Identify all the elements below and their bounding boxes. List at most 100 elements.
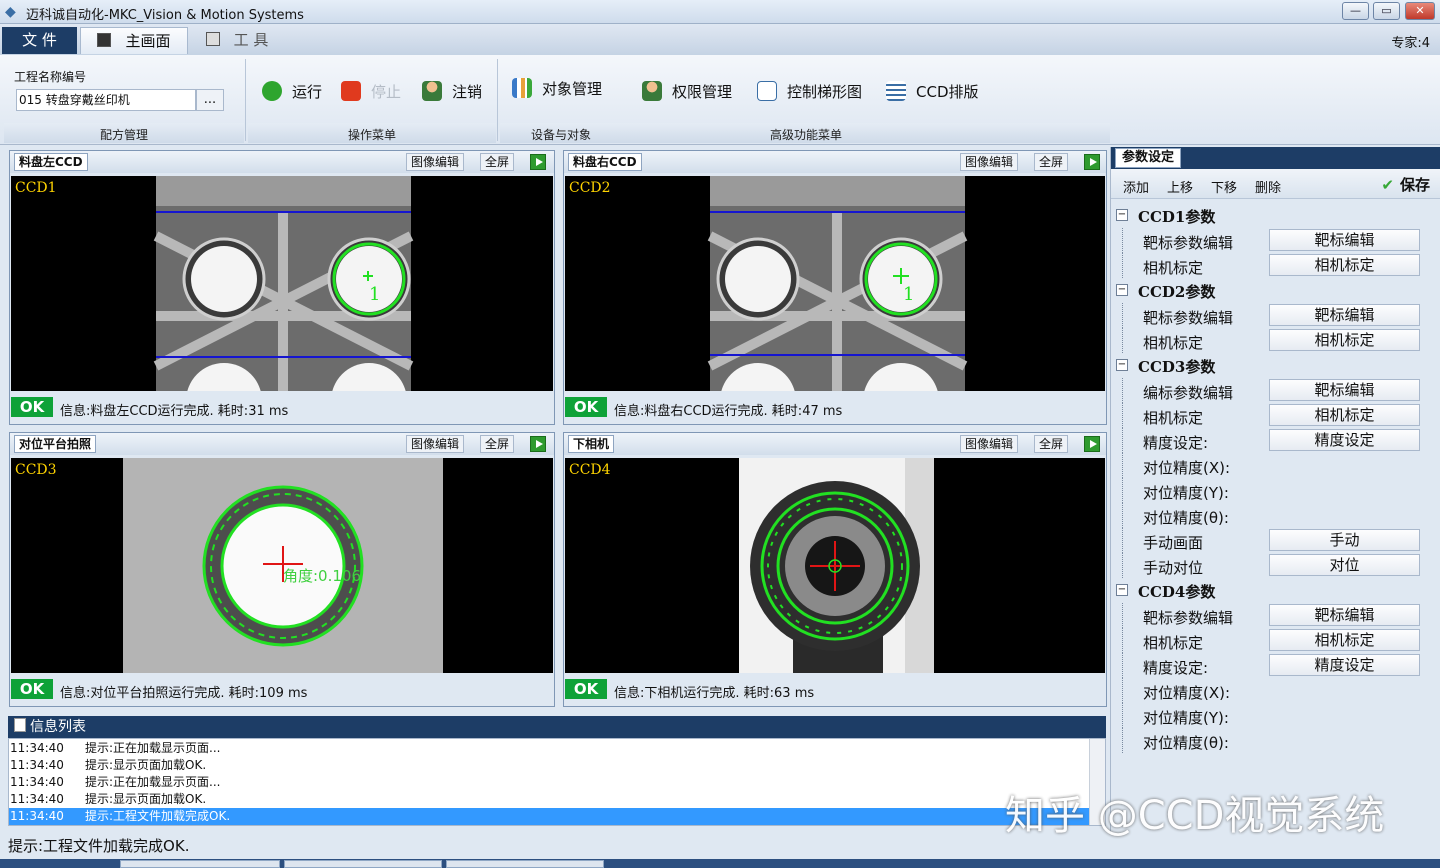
taskbar-item[interactable]: [284, 860, 442, 868]
tree-item-button[interactable]: 相机标定: [1269, 329, 1420, 351]
app-icon: ◆: [5, 4, 16, 20]
move-down-button[interactable]: 下移: [1211, 177, 1237, 196]
tree-group[interactable]: − CCD1参数: [1111, 203, 1440, 228]
tree-item[interactable]: 靶标参数编辑 靶标编辑: [1111, 303, 1440, 328]
tree-group[interactable]: − CCD4参数: [1111, 578, 1440, 603]
taskbar-item[interactable]: [446, 860, 604, 868]
close-button[interactable]: ✕: [1405, 2, 1435, 20]
collapse-icon[interactable]: −: [1116, 284, 1128, 296]
tree-item-button[interactable]: 手动: [1269, 529, 1420, 551]
info-list[interactable]: 11:34:40 提示:正在加载显示页面... 11:34:40 提示:显示页面加载O…: [8, 738, 1106, 826]
ccd-layout-button[interactable]: CCD排版: [886, 80, 979, 104]
image-edit-button[interactable]: 图像编辑: [960, 153, 1019, 171]
tree-item[interactable]: 靶标参数编辑 靶标编辑: [1111, 603, 1440, 628]
info-list-header: 信息列表: [8, 716, 1106, 738]
run-panel-icon[interactable]: [1084, 436, 1100, 452]
run-panel-icon[interactable]: [530, 436, 546, 452]
logout-button[interactable]: 注销: [422, 80, 482, 104]
browse-button[interactable]: ...: [196, 89, 224, 111]
user-icon: [422, 80, 442, 101]
project-field[interactable]: 015 转盘穿戴丝印机: [16, 89, 196, 111]
permission-button[interactable]: 权限管理: [642, 80, 732, 104]
log-row[interactable]: 11:34:40 提示:显示页面加载OK.: [9, 757, 1091, 774]
tree-item[interactable]: 手动画面 手动: [1111, 528, 1440, 553]
camera-panel-3: 对位平台拍照 图像编辑 全屏 CCD3 角度:0.106 OK 信息:对位平台拍…: [9, 432, 555, 707]
tab-parameters[interactable]: 参数设定: [1115, 148, 1182, 168]
collapse-icon[interactable]: −: [1116, 359, 1128, 371]
tree-item-button[interactable]: 精度设定: [1269, 429, 1420, 451]
tree-item[interactable]: 精度设定: 精度设定: [1111, 653, 1440, 678]
move-up-button[interactable]: 上移: [1167, 177, 1193, 196]
tree-item[interactable]: 对位精度(θ):: [1111, 728, 1440, 753]
tree-item-button[interactable]: 靶标编辑: [1269, 229, 1420, 251]
tree-item-button[interactable]: 对位: [1269, 554, 1420, 576]
taskbar-item[interactable]: [120, 860, 280, 868]
tree-item-button[interactable]: 靶标编辑: [1269, 304, 1420, 326]
tree-item[interactable]: 精度设定: 精度设定: [1111, 428, 1440, 453]
object-mgmt-button[interactable]: 对象管理: [512, 77, 602, 101]
tree-item[interactable]: 对位精度(Y):: [1111, 478, 1440, 503]
tree-item-button[interactable]: 相机标定: [1269, 629, 1420, 651]
log-message: 提示:显示页面加载OK.: [85, 792, 207, 806]
log-row[interactable]: 11:34:40 提示:工程文件加载完成OK.: [9, 808, 1091, 825]
run-button[interactable]: 运行: [262, 80, 322, 104]
tree-item[interactable]: 对位精度(X):: [1111, 453, 1440, 478]
tree-item[interactable]: 对位精度(X):: [1111, 678, 1440, 703]
tree-item[interactable]: 靶标参数编辑 靶标编辑: [1111, 228, 1440, 253]
tab-tools[interactable]: 工 具: [188, 27, 286, 54]
image-edit-button[interactable]: 图像编辑: [960, 435, 1019, 453]
camera-view[interactable]: CCD3 角度:0.106: [11, 458, 553, 673]
tree-item[interactable]: 手动对位 对位: [1111, 553, 1440, 578]
fullscreen-button[interactable]: 全屏: [1034, 153, 1069, 171]
tree-item-button[interactable]: 相机标定: [1269, 254, 1420, 276]
ccd-label: CCD1: [15, 180, 57, 196]
panel-title: 料盘右CCD: [568, 153, 642, 171]
tree-item-button[interactable]: 精度设定: [1269, 654, 1420, 676]
fullscreen-button[interactable]: 全屏: [1034, 435, 1069, 453]
camera-view[interactable]: CCD1 1: [11, 176, 553, 391]
tree-item[interactable]: 相机标定 相机标定: [1111, 253, 1440, 278]
tree-item-label: 精度设定:: [1143, 434, 1209, 452]
camera-view[interactable]: CCD2 1: [565, 176, 1105, 391]
log-row[interactable]: 11:34:40 提示:正在加载显示页面...: [9, 740, 1091, 757]
fullscreen-button[interactable]: 全屏: [480, 435, 515, 453]
ccd2-image: 1: [707, 176, 968, 391]
tree-group[interactable]: − CCD3参数: [1111, 353, 1440, 378]
ok-badge: OK: [11, 679, 53, 699]
tab-file[interactable]: 文 件: [2, 27, 77, 54]
run-panel-icon[interactable]: [530, 154, 546, 170]
tree-item-label: 对位精度(Y):: [1143, 709, 1229, 727]
save-button[interactable]: ✔ 保存: [1381, 174, 1430, 195]
delete-button[interactable]: 删除: [1255, 177, 1281, 196]
tree-item-button[interactable]: 靶标编辑: [1269, 379, 1420, 401]
ccd1-image: 1: [153, 176, 414, 391]
tree-item[interactable]: 对位精度(θ):: [1111, 503, 1440, 528]
camera-view[interactable]: CCD4: [565, 458, 1105, 673]
add-button[interactable]: 添加: [1123, 177, 1149, 196]
play-icon: [262, 80, 282, 101]
stop-button[interactable]: 停止: [341, 80, 401, 104]
image-edit-button[interactable]: 图像编辑: [406, 435, 465, 453]
ccd-label: CCD2: [569, 180, 611, 196]
tree-item[interactable]: 相机标定 相机标定: [1111, 403, 1440, 428]
fullscreen-button[interactable]: 全屏: [480, 153, 515, 171]
maximize-button[interactable]: ▭: [1373, 2, 1400, 20]
tab-main[interactable]: 主画面: [80, 27, 188, 54]
title-bar: ◆ 迈科诚自动化-MKC_Vision & Motion Systems — ▭…: [0, 0, 1440, 24]
tree-item-button[interactable]: 靶标编辑: [1269, 604, 1420, 626]
collapse-icon[interactable]: −: [1116, 209, 1128, 221]
minimize-button[interactable]: —: [1342, 2, 1369, 20]
tree-item[interactable]: 编标参数编辑 靶标编辑: [1111, 378, 1440, 403]
run-panel-icon[interactable]: [1084, 154, 1100, 170]
log-row[interactable]: 11:34:40 提示:显示页面加载OK.: [9, 791, 1091, 808]
tree-item[interactable]: 对位精度(Y):: [1111, 703, 1440, 728]
tree-item-button[interactable]: 相机标定: [1269, 404, 1420, 426]
tree-item[interactable]: 相机标定 相机标定: [1111, 628, 1440, 653]
tree-item[interactable]: 相机标定 相机标定: [1111, 328, 1440, 353]
collapse-icon[interactable]: −: [1116, 584, 1128, 596]
tree-group[interactable]: − CCD2参数: [1111, 278, 1440, 303]
log-row[interactable]: 11:34:40 提示:正在加载显示页面...: [9, 774, 1091, 791]
ladder-button[interactable]: 控制梯形图: [757, 80, 862, 104]
tree-connector: [1122, 528, 1123, 553]
image-edit-button[interactable]: 图像编辑: [406, 153, 465, 171]
